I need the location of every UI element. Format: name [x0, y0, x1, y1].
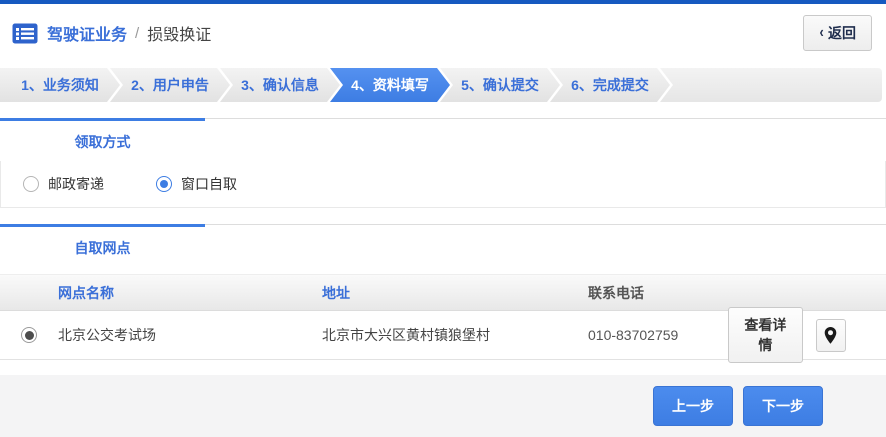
section-title: 自取网点: [74, 240, 131, 256]
pickup-method-section-head: 领取方式: [0, 118, 886, 161]
step-label: 6、完成提交: [571, 77, 649, 93]
header-outlet-name: 网点名称: [58, 284, 114, 301]
radio-unselected-icon[interactable]: [23, 176, 39, 192]
step-3-confirm-info[interactable]: 3、确认信息: [220, 68, 340, 102]
back-button-label: 返回: [828, 25, 856, 41]
map-pin-button[interactable]: [815, 318, 846, 352]
page: 驾驶证业务 / 损毁换证 ‹ 返回 1、业务须知 2、用户申告 3、确认信息 4…: [0, 0, 886, 437]
outlet-name: 北京公交考试场: [58, 327, 156, 343]
step-label: 1、业务须知: [21, 77, 99, 93]
step-1-business-notice[interactable]: 1、业务须知: [0, 68, 120, 102]
step-5-confirm-submit[interactable]: 5、确认提交: [440, 68, 560, 102]
view-details-button[interactable]: 查看详情: [728, 307, 803, 363]
outlets-table: 网点名称 地址 联系电话 北京公交考试场 北京市大兴区黄村镇狼堡村 010-83…: [0, 274, 886, 363]
step-bar-filler: [660, 68, 882, 102]
map-pin-icon: [825, 326, 837, 344]
step-label: 5、确认提交: [461, 77, 539, 93]
header-phone: 联系电话: [588, 284, 644, 301]
radio-selected-icon[interactable]: [156, 176, 172, 192]
outlet-phone: 010-83702759: [588, 327, 679, 343]
section-title: 领取方式: [74, 134, 131, 150]
next-step-button[interactable]: 下一步: [743, 386, 823, 426]
option-label: 邮政寄递: [48, 176, 104, 192]
step-2-user-declaration[interactable]: 2、用户申告: [110, 68, 230, 102]
header-address: 地址: [322, 284, 350, 301]
section-tab-pickup-method: 领取方式: [0, 118, 205, 161]
step-4-fill-data-active[interactable]: 4、资料填写: [330, 68, 450, 102]
pickup-outlets-section-head: 自取网点: [0, 224, 886, 267]
pickup-options: 邮政寄递 窗口自取: [0, 161, 886, 208]
step-label: 4、资料填写: [351, 77, 429, 93]
footer: 上一步 下一步: [0, 375, 886, 437]
table-header-row: 网点名称 地址 联系电话: [0, 274, 886, 311]
breadcrumb-service-title: 驾驶证业务: [47, 27, 128, 44]
step-label: 3、确认信息: [241, 77, 319, 93]
table-row: 北京公交考试场 北京市大兴区黄村镇狼堡村 010-83702759 查看详情: [0, 307, 886, 363]
breadcrumb-separator: /: [135, 24, 140, 42]
breadcrumb-page-title: 损毁换证: [147, 27, 212, 44]
section-tab-pickup-outlets: 自取网点: [0, 224, 205, 267]
step-6-complete-submit[interactable]: 6、完成提交: [550, 68, 670, 102]
chevron-left-icon: ‹: [819, 24, 824, 41]
back-button[interactable]: ‹ 返回: [802, 15, 872, 51]
step-progress-bar: 1、业务须知 2、用户申告 3、确认信息 4、资料填写 5、确认提交 6、完成提…: [0, 68, 886, 102]
page-header: 驾驶证业务 / 损毁换证 ‹ 返回: [0, 4, 886, 62]
prev-step-button[interactable]: 上一步: [653, 386, 733, 426]
option-postal-delivery[interactable]: 邮政寄递: [23, 174, 104, 194]
row-radio-selected-icon[interactable]: [21, 327, 37, 343]
option-label: 窗口自取: [181, 176, 237, 192]
option-window-pickup[interactable]: 窗口自取: [156, 174, 237, 194]
card-list-icon: [12, 23, 38, 44]
row-actions: 查看详情: [728, 307, 886, 363]
row-radio-cell: [0, 327, 58, 343]
step-label: 2、用户申告: [131, 77, 209, 93]
outlet-address: 北京市大兴区黄村镇狼堡村: [322, 327, 490, 343]
